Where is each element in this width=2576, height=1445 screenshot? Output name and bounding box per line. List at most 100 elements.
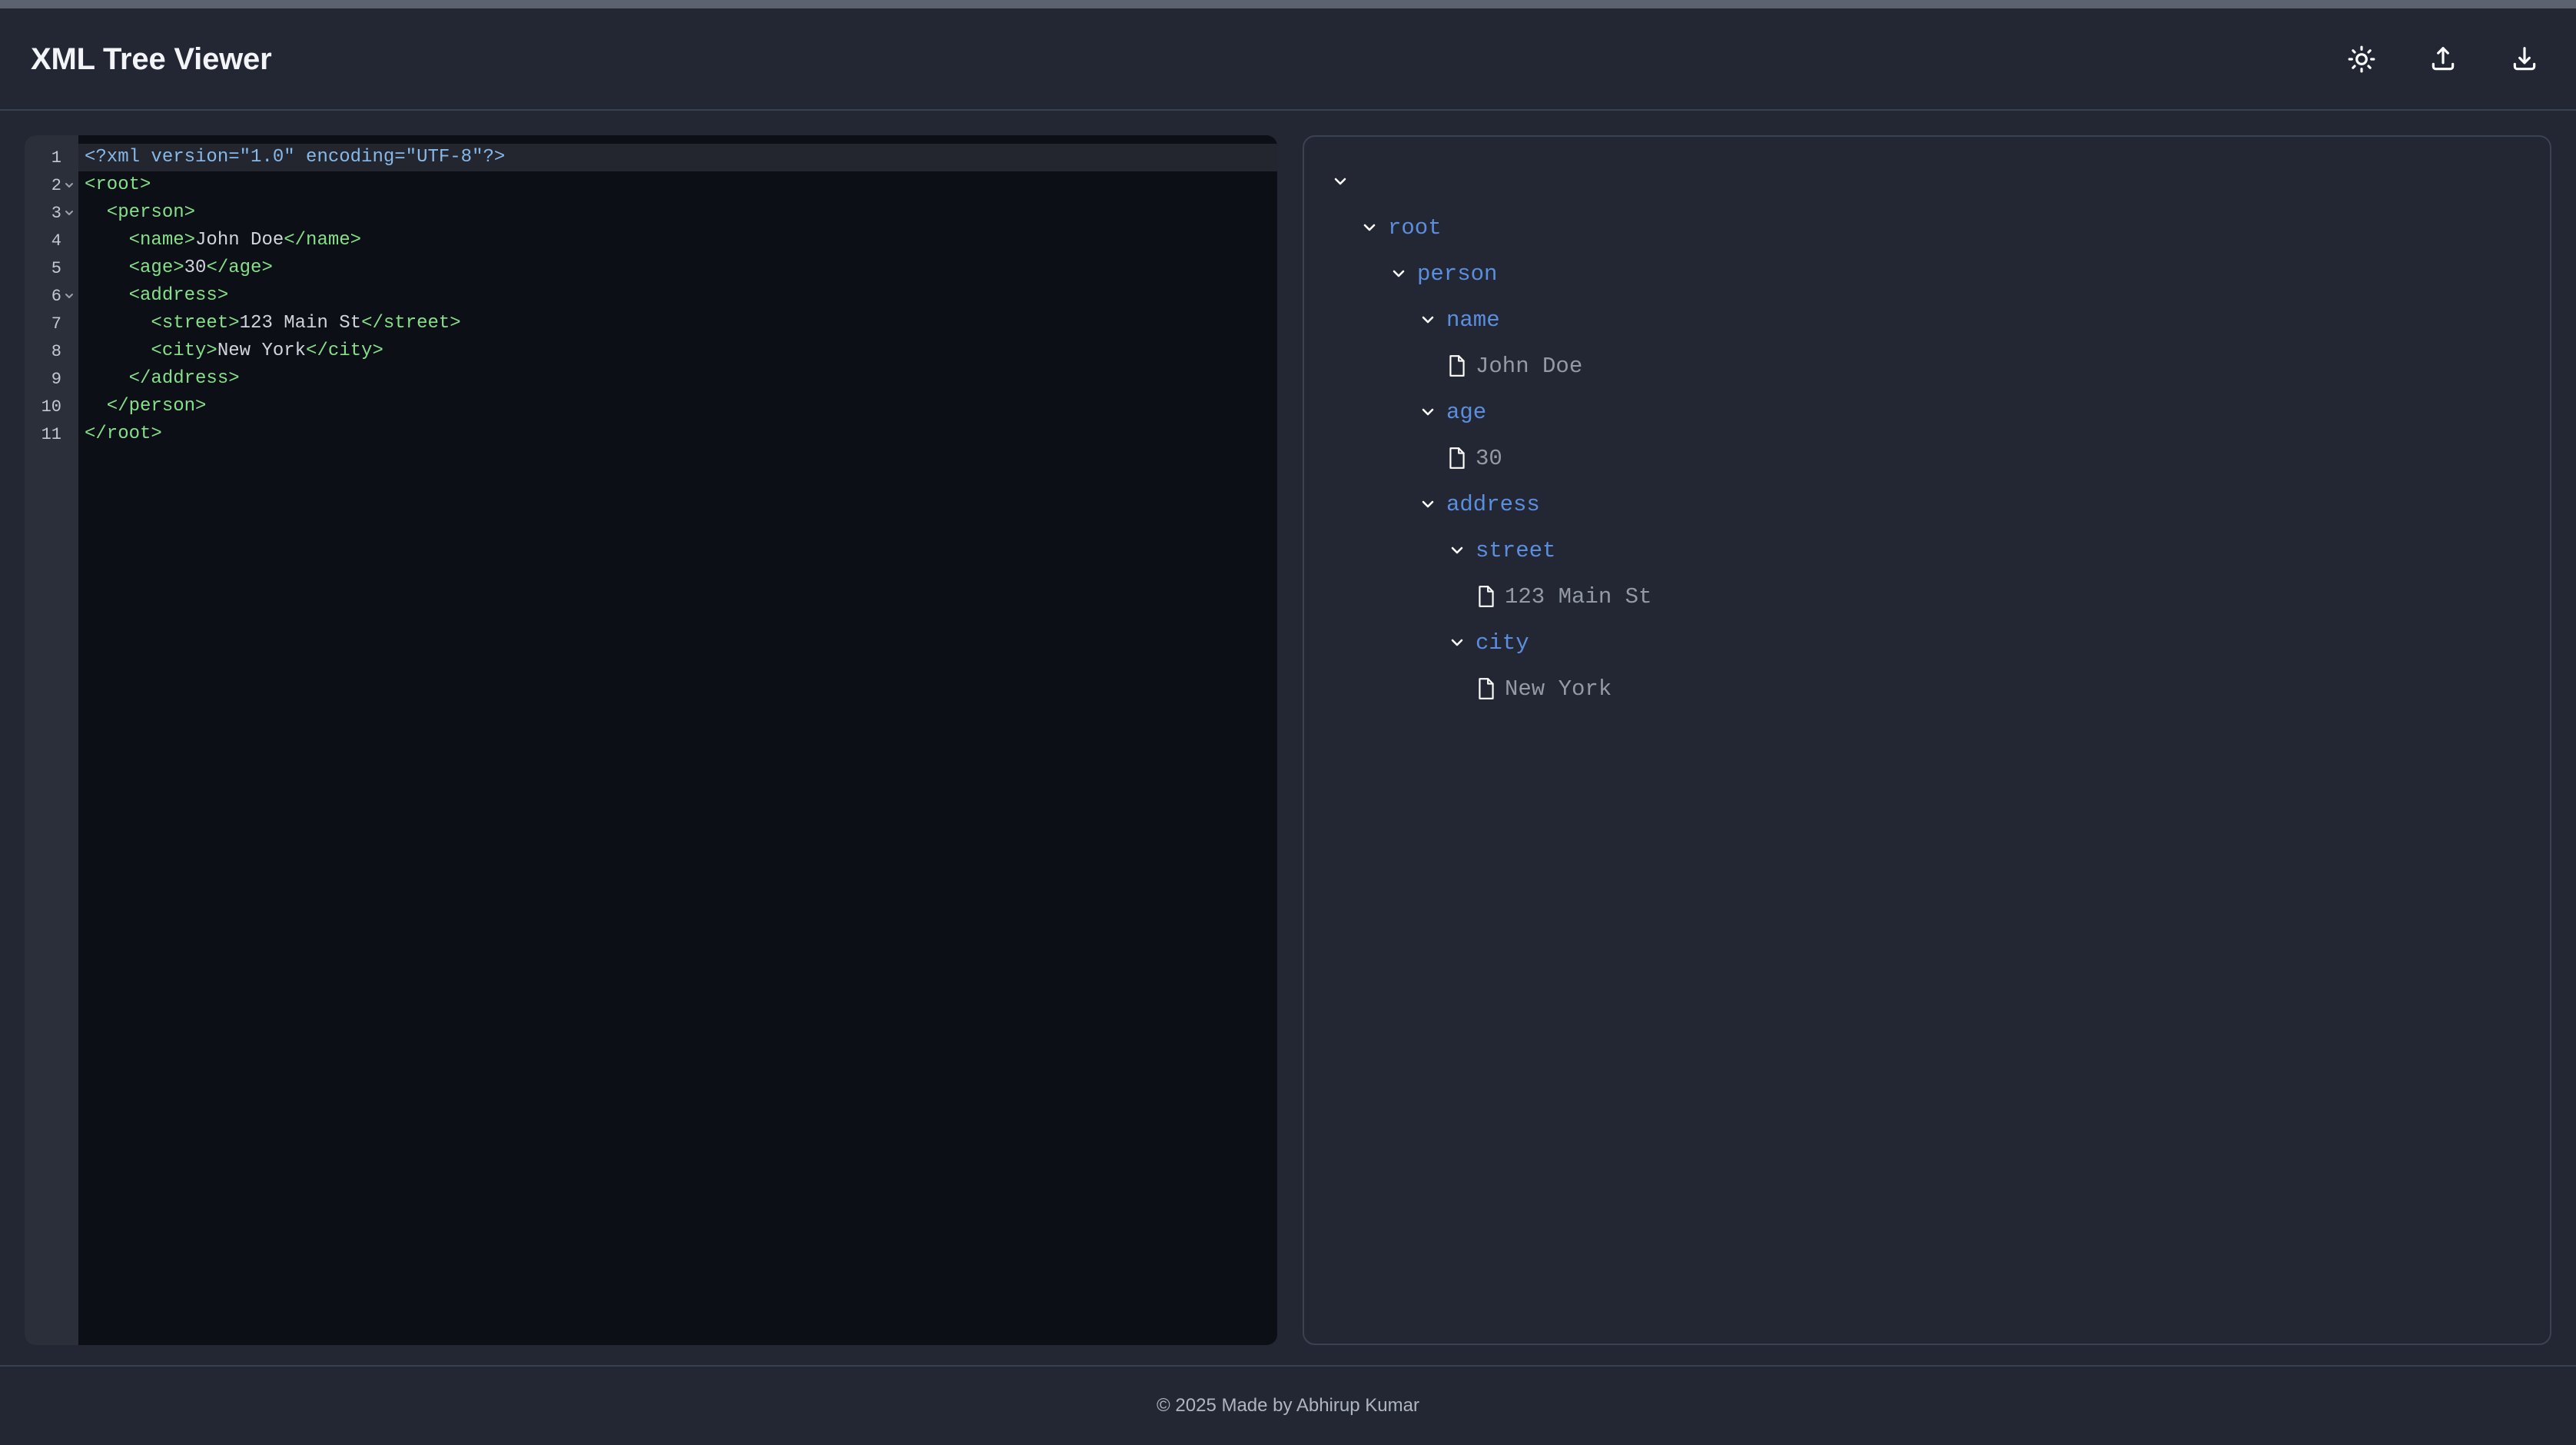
tree-element-label: address [1446, 491, 1540, 517]
tree-value-text: John Doe [1476, 353, 1583, 379]
app-header: XML Tree Viewer [0, 8, 2576, 111]
chevron-down-icon[interactable] [1447, 540, 1467, 560]
code-line-2: <root> [78, 171, 1277, 199]
tree-value-node[interactable]: New York [1330, 666, 2524, 712]
fold-chevron-down-icon[interactable] [63, 179, 75, 191]
gutter-line-10: 10 [25, 393, 78, 420]
code-token-tag: <address> [85, 285, 229, 306]
code-line-7: <street>123 Main St</street> [78, 310, 1277, 337]
chevron-down-icon[interactable] [1359, 218, 1379, 238]
line-number: 7 [51, 314, 61, 334]
fold-chevron-down-icon[interactable] [63, 207, 75, 219]
code-token-tag: </root> [85, 424, 162, 444]
tree-value-text: New York [1505, 676, 1612, 702]
tree-element-node[interactable] [1330, 158, 2524, 204]
code-token-tag: </person> [85, 396, 207, 417]
tree-value-text: 123 Main St [1505, 583, 1652, 610]
tree-element-node[interactable]: root [1330, 204, 2524, 251]
tree-element-node[interactable]: name [1330, 297, 2524, 343]
tree-value-node[interactable]: 30 [1330, 435, 2524, 481]
code-line-6: <address> [78, 282, 1277, 310]
gutter-line-1: 1 [25, 144, 78, 171]
tree-element-label: age [1446, 399, 1487, 425]
chevron-down-icon[interactable] [1389, 264, 1409, 284]
code-token-decl: <?xml version="1.0" encoding="UTF-8"?> [85, 147, 506, 168]
code-token-tag: <root> [85, 174, 151, 195]
xml-editor-panel[interactable]: 1 2 3 4 5 6 7 8 9 10 11 <?xml version="1.0" encodi… [25, 135, 1277, 1345]
footer-credit: © 2025 Made by Abhirup Kumar [1157, 1395, 1419, 1416]
line-number: 4 [51, 231, 61, 251]
document-icon [1447, 354, 1467, 377]
xml-code-area[interactable]: <?xml version="1.0" encoding="UTF-8"?> <r… [78, 135, 1277, 1345]
code-line-8: <city>New York</city> [78, 337, 1277, 365]
tree-element-label: city [1476, 629, 1529, 656]
header-actions [2339, 37, 2547, 81]
theme-toggle-button[interactable] [2339, 37, 2384, 81]
tree-element-node[interactable]: address [1330, 481, 2524, 527]
upload-button[interactable] [2421, 37, 2465, 81]
xml-tree-panel[interactable]: root person name John Doe age 30 address street… [1303, 135, 2551, 1345]
line-number: 1 [51, 148, 61, 168]
chevron-down-icon[interactable] [1418, 494, 1438, 514]
gutter-line-5: 5 [25, 254, 78, 282]
tree-value-text: 30 [1476, 445, 1502, 471]
code-token-text: 123 Main St [239, 313, 362, 334]
gutter-line-6: 6 [25, 282, 78, 310]
code-line-10: </person> [78, 393, 1277, 420]
window-chrome-strip [0, 0, 2576, 8]
gutter-line-11: 11 [25, 420, 78, 448]
fold-chevron-down-icon[interactable] [63, 290, 75, 302]
tree-element-node[interactable]: person [1330, 251, 2524, 297]
code-token-tag: </address> [85, 368, 240, 389]
gutter-line-7: 7 [25, 310, 78, 337]
document-icon [1447, 447, 1467, 470]
code-token-tag: <name> [85, 230, 196, 251]
code-token-tag: </name> [284, 230, 362, 251]
tree-element-label: street [1476, 537, 1556, 563]
line-number: 11 [41, 424, 61, 444]
code-line-5: <age>30</age> [78, 254, 1277, 282]
code-token-tag: <city> [85, 340, 217, 361]
code-token-text: New York [217, 340, 307, 361]
tree-value-node[interactable]: John Doe [1330, 343, 2524, 389]
code-line-1: <?xml version="1.0" encoding="UTF-8"?> [78, 144, 1277, 171]
gutter-line-3: 3 [25, 199, 78, 227]
code-token-tag: </street> [361, 313, 461, 334]
upload-icon [2428, 45, 2458, 74]
line-number: 10 [41, 397, 61, 417]
line-number: 8 [51, 341, 61, 361]
code-line-4: <name>John Doe</name> [78, 227, 1277, 254]
gutter-line-9: 9 [25, 365, 78, 393]
chevron-down-icon[interactable] [1418, 402, 1438, 422]
line-number: 9 [51, 369, 61, 389]
document-icon [1476, 585, 1496, 608]
app-footer: © 2025 Made by Abhirup Kumar [0, 1365, 2576, 1445]
gutter-line-4: 4 [25, 227, 78, 254]
download-icon [2510, 45, 2539, 74]
document-icon [1476, 677, 1496, 700]
tree-value-node[interactable]: 123 Main St [1330, 573, 2524, 620]
page-title: XML Tree Viewer [31, 42, 272, 76]
chevron-down-icon[interactable] [1418, 310, 1438, 330]
code-token-tag: </age> [206, 257, 273, 278]
line-number: 3 [51, 203, 61, 223]
line-number: 2 [51, 175, 61, 195]
code-line-3: <person> [78, 199, 1277, 227]
gutter-line-8: 8 [25, 337, 78, 365]
code-token-tag: <person> [85, 202, 196, 223]
tree-element-label: person [1417, 261, 1498, 287]
tree-element-node[interactable]: city [1330, 620, 2524, 666]
tree-element-node[interactable]: age [1330, 389, 2524, 435]
gutter-line-2: 2 [25, 171, 78, 199]
code-token-text: 30 [184, 257, 207, 278]
code-token-text: John Doe [195, 230, 284, 251]
download-button[interactable] [2502, 37, 2547, 81]
editor-gutter: 1 2 3 4 5 6 7 8 9 10 11 [25, 135, 78, 1345]
chevron-down-icon[interactable] [1330, 171, 1350, 191]
code-token-tag: <street> [85, 313, 240, 334]
code-line-11: </root> [78, 420, 1277, 448]
line-number: 6 [51, 286, 61, 306]
chevron-down-icon[interactable] [1447, 633, 1467, 653]
tree-element-node[interactable]: street [1330, 527, 2524, 573]
code-line-9: </address> [78, 365, 1277, 393]
